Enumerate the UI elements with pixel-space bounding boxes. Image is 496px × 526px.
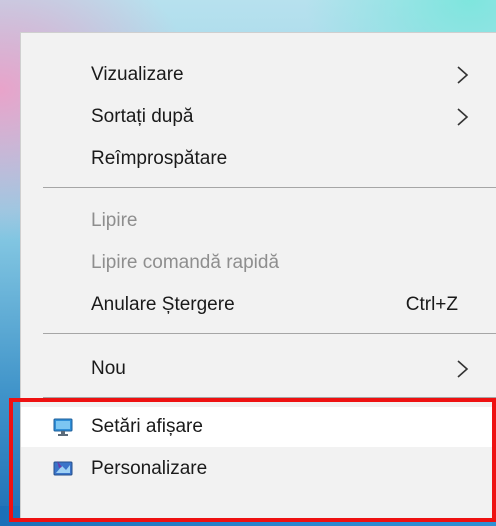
menu-item-view[interactable]: Vizualizare (21, 55, 496, 95)
chevron-right-icon (457, 108, 469, 126)
menu-separator (43, 187, 496, 188)
menu-item-refresh[interactable]: Reîmprospătare (21, 139, 496, 179)
menu-item-display-settings[interactable]: Setări afișare (21, 407, 496, 447)
display-settings-icon (53, 418, 73, 436)
menu-item-label: Reîmprospătare (91, 148, 228, 169)
menu-item-paste[interactable]: Lipire (21, 201, 496, 241)
menu-item-sort-by[interactable]: Sortați după (21, 97, 496, 137)
menu-item-label: Lipire (91, 210, 138, 231)
menu-item-label: Sortați după (91, 106, 194, 127)
chevron-right-icon (457, 360, 469, 378)
menu-item-new[interactable]: Nou (21, 349, 496, 389)
menu-item-label: Personalizare (91, 458, 208, 479)
menu-item-paste-shortcut[interactable]: Lipire comandă rapidă (21, 243, 496, 283)
personalize-icon (53, 461, 73, 476)
menu-item-label: Setări afișare (91, 416, 203, 437)
keyboard-shortcut: Ctrl+Z (405, 294, 458, 315)
menu-item-label: Anulare Ștergere (91, 294, 235, 315)
menu-separator (43, 333, 496, 334)
menu-item-label: Nou (91, 358, 126, 379)
desktop-context-menu: Vizualizare Sortați după Reîmprospătare … (20, 32, 496, 520)
chevron-right-icon (457, 66, 469, 84)
menu-item-label: Lipire comandă rapidă (91, 252, 280, 273)
menu-separator (43, 397, 496, 398)
menu-item-label: Vizualizare (91, 64, 184, 85)
menu-item-undo-delete[interactable]: Anulare Ștergere Ctrl+Z (21, 285, 496, 325)
menu-item-personalize[interactable]: Personalizare (21, 449, 496, 489)
